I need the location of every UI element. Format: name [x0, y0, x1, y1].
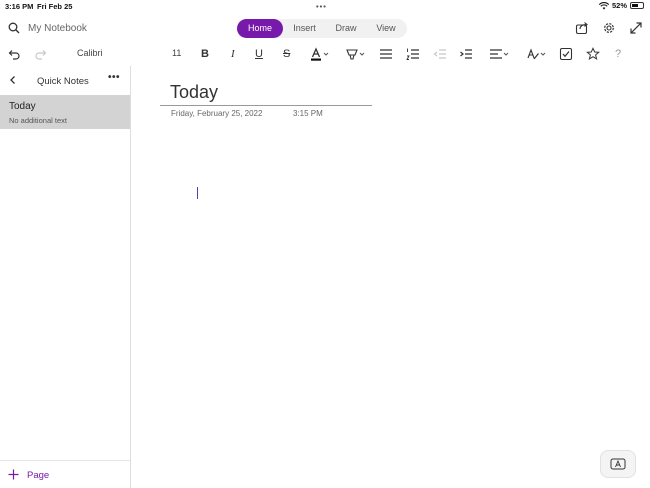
font-name-picker[interactable]: Calibri — [77, 48, 103, 58]
star-tag-icon[interactable] — [586, 47, 600, 61]
wifi-icon — [598, 1, 609, 9]
battery-icon — [630, 2, 644, 9]
font-color-icon — [311, 47, 321, 61]
undo-icon[interactable] — [8, 47, 21, 61]
chevron-left-icon[interactable] — [8, 75, 18, 85]
tab-view[interactable]: View — [366, 19, 406, 38]
decrease-indent-icon[interactable] — [433, 47, 447, 61]
ribbon-tabs: Home Insert Draw View — [237, 19, 407, 38]
page-preview: No additional text — [9, 116, 67, 125]
section-more-button[interactable]: ••• — [108, 72, 120, 83]
italic-button[interactable]: I — [231, 47, 235, 61]
status-time: 3:16 PM — [5, 2, 34, 11]
increase-indent-icon[interactable] — [459, 47, 473, 61]
share-icon[interactable] — [575, 21, 589, 35]
notebook-name[interactable]: My Notebook — [28, 23, 87, 34]
chevron-down-icon — [359, 52, 365, 56]
status-bar: 3:16 PM Fri Feb 25 ••• 52% — [0, 0, 650, 12]
section-header: Quick Notes ••• — [0, 66, 130, 95]
underline-button[interactable]: U — [255, 47, 263, 61]
status-right: 52% — [598, 1, 644, 10]
page-list-item[interactable]: Today No additional text — [0, 95, 130, 129]
note-title[interactable]: Today — [170, 82, 218, 103]
chevron-down-icon — [503, 52, 509, 56]
search-icon[interactable] — [8, 22, 20, 34]
keyboard-button[interactable] — [600, 450, 636, 478]
battery-percent: 52% — [611, 1, 627, 10]
highlight-button[interactable] — [342, 47, 368, 61]
text-cursor — [197, 187, 198, 199]
keyboard-icon — [610, 458, 626, 470]
numbered-list-icon[interactable] — [406, 47, 420, 61]
font-color-button[interactable] — [306, 47, 332, 61]
styles-button[interactable] — [523, 47, 549, 61]
add-page-button[interactable]: Page — [0, 460, 130, 488]
align-left-icon — [490, 49, 502, 59]
tab-insert[interactable]: Insert — [283, 19, 326, 38]
section-title[interactable]: Quick Notes — [37, 76, 89, 87]
expand-icon[interactable] — [629, 21, 643, 35]
help-button[interactable]: ? — [615, 47, 621, 61]
styles-pen-icon — [527, 48, 539, 60]
pages-sidebar: Quick Notes ••• Today No additional text… — [0, 66, 131, 488]
note-date: Friday, February 25, 2022 — [171, 109, 263, 118]
app-header: My Notebook Home Insert Draw View — [0, 13, 650, 43]
alignment-button[interactable] — [486, 47, 512, 61]
font-size-picker[interactable]: 11 — [172, 48, 181, 58]
formatting-toolbar: Calibri 11 B I U S ? — [0, 43, 650, 65]
tab-draw[interactable]: Draw — [326, 19, 366, 38]
note-time: 3:15 PM — [293, 109, 323, 118]
bullet-list-icon[interactable] — [379, 47, 393, 61]
chevron-down-icon — [540, 52, 546, 56]
add-page-label: Page — [27, 470, 50, 481]
page-title: Today — [9, 101, 36, 112]
bold-button[interactable]: B — [201, 47, 209, 61]
checkbox-tag-icon[interactable] — [559, 47, 573, 61]
strikethrough-button[interactable]: S — [283, 47, 290, 61]
highlighter-icon — [346, 49, 358, 60]
tab-home[interactable]: Home — [237, 19, 283, 38]
status-date: Fri Feb 25 — [37, 2, 73, 11]
plus-icon — [8, 469, 19, 480]
settings-gear-icon[interactable] — [602, 21, 616, 35]
multitasking-dots[interactable]: ••• — [316, 2, 327, 11]
chevron-down-icon — [323, 52, 329, 56]
redo-icon[interactable] — [34, 47, 47, 61]
title-underline — [160, 105, 372, 106]
